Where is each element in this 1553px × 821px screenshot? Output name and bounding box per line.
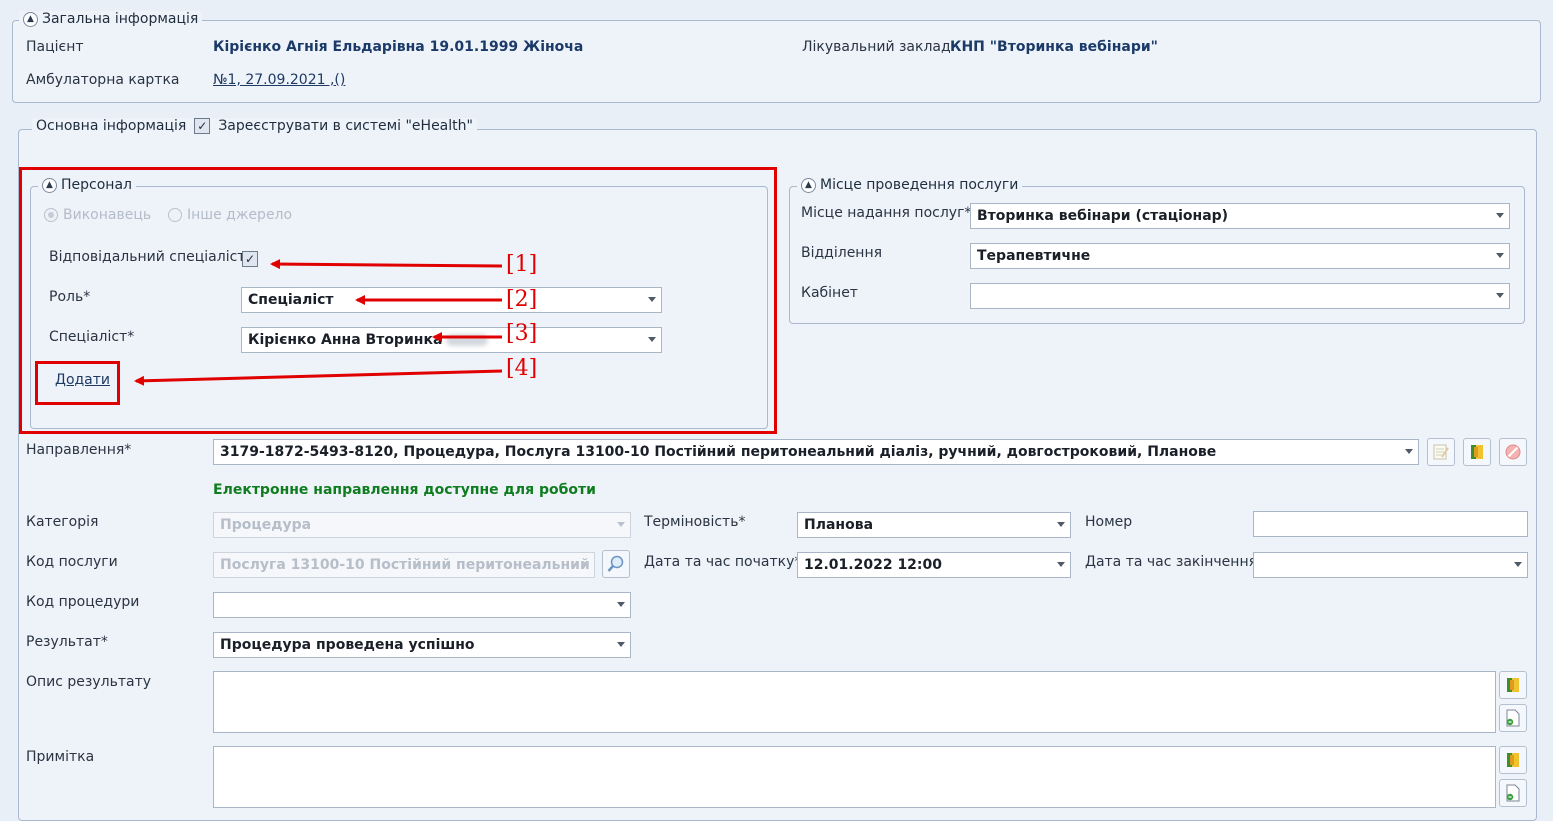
place-title: Місце проведення послуги [820,177,1019,193]
referral-label: Направлення* [26,442,132,458]
patient-value: Кірієнко Агнія Ельдарівна 19.01.1999 Жін… [213,39,584,55]
book-icon [1507,753,1519,767]
search-service-button[interactable] [602,550,630,578]
urgency-label: Терміновість* [644,514,746,530]
service-place-value: Вторинка вебінари (стаціонар) [977,208,1229,224]
main-info-legend: Основна інформація ✓ Зареєструвати в сис… [32,118,477,134]
result-desc-template-button[interactable] [1499,671,1527,699]
category-select[interactable]: Процедура [213,512,631,538]
start-datetime-select[interactable]: 12.01.2022 12:00 [797,552,1071,578]
end-datetime-select[interactable] [1253,552,1528,578]
result-value: Процедура проведена успішно [220,637,475,653]
chevron-down-icon [1057,522,1065,527]
add-link-highlight-box [35,361,120,405]
ehealth-checkbox[interactable]: ✓ [194,118,211,134]
general-info-group [12,20,1541,103]
edit-icon [1433,444,1449,460]
edit-referral-button[interactable] [1427,438,1455,466]
result-label: Результат* [26,634,108,650]
service-place-select[interactable]: Вторинка вебінари (стаціонар) [970,203,1510,229]
cancel-icon [1505,444,1521,460]
chevron-down-icon [1514,562,1522,567]
service-code-select[interactable]: Послуга 13100-10 Постійний перитонеальни… [213,552,595,578]
number-input[interactable] [1253,511,1528,537]
search-icon [607,555,624,572]
collapse-icon[interactable]: ▲ [801,177,816,193]
start-label: Дата та час початку* [644,554,802,570]
place-legend: ▲ Місце проведення послуги [797,177,1023,193]
category-value: Процедура [220,517,312,533]
start-value: 12.01.2022 12:00 [804,557,943,573]
referral-select[interactable]: 3179-1872-5493-8120, Процедура, Послуга … [213,439,1419,465]
personnel-highlight-box [19,167,777,434]
collapse-icon[interactable]: ▲ [23,11,38,27]
note-label: Примітка [26,749,95,765]
chevron-down-icon [1496,253,1504,258]
urgency-select[interactable]: Планова [797,512,1071,538]
book-icon [1507,678,1519,692]
service-place-label: Місце надання послуг* [801,205,972,221]
book-icon [1471,445,1483,459]
ehealth-checkbox-label: Зареєструвати в системі "eHealth" [218,118,473,134]
annotation-label-1: [1] [506,252,538,277]
chevron-down-icon [617,602,625,607]
card-label: Амбулаторна картка [26,72,180,88]
referral-status: Електронне направлення доступне для робо… [213,482,596,498]
urgency-value: Планова [804,517,874,533]
open-referral-button[interactable] [1463,438,1491,466]
result-desc-textarea[interactable] [213,671,1496,733]
department-value: Терапевтичне [977,248,1091,264]
procedure-code-select[interactable] [213,592,631,618]
result-desc-label: Опис результату [26,674,152,690]
chevron-down-icon [617,642,625,647]
chevron-down-icon [1057,562,1065,567]
patient-label: Пацієнт [26,39,84,55]
department-select[interactable]: Терапевтичне [970,243,1510,269]
end-label: Дата та час закінчення [1085,554,1258,570]
note-template-button[interactable] [1499,746,1527,774]
chevron-down-icon [581,562,589,567]
annotation-label-4: [4] [506,356,538,381]
clear-referral-button[interactable] [1499,438,1527,466]
service-code-value: Послуга 13100-10 Постійний перитонеальни… [220,557,595,573]
file-icon [1506,784,1520,802]
annotation-label-3: [3] [506,321,538,346]
number-label: Номер [1085,514,1133,530]
general-info-legend: ▲ Загальна інформація [19,11,203,27]
result-desc-file-button[interactable] [1499,704,1527,732]
facility-label: Лікувальний заклад [802,39,951,55]
service-code-label: Код послуги [26,554,118,570]
chevron-down-icon [1496,293,1504,298]
annotation-label-2: [2] [506,287,538,312]
referral-value: 3179-1872-5493-8120, Процедура, Послуга … [220,444,1217,460]
main-info-title: Основна інформація [36,118,187,134]
note-textarea[interactable] [213,746,1496,808]
department-label: Відділення [801,245,883,261]
procedure-code-label: Код процедури [26,594,140,610]
general-info-title: Загальна інформація [42,11,199,27]
facility-value: КНП "Вторинка вебінари" [950,39,1158,55]
room-label: Кабінет [801,285,858,301]
file-icon [1506,709,1520,727]
chevron-down-icon [1405,449,1413,454]
chevron-down-icon [617,522,625,527]
chevron-down-icon [1496,213,1504,218]
room-select[interactable] [970,283,1510,309]
card-link[interactable]: №1, 27.09.2021 ,() [213,72,345,88]
category-label: Категорія [26,514,99,530]
result-select[interactable]: Процедура проведена успішно [213,632,631,658]
